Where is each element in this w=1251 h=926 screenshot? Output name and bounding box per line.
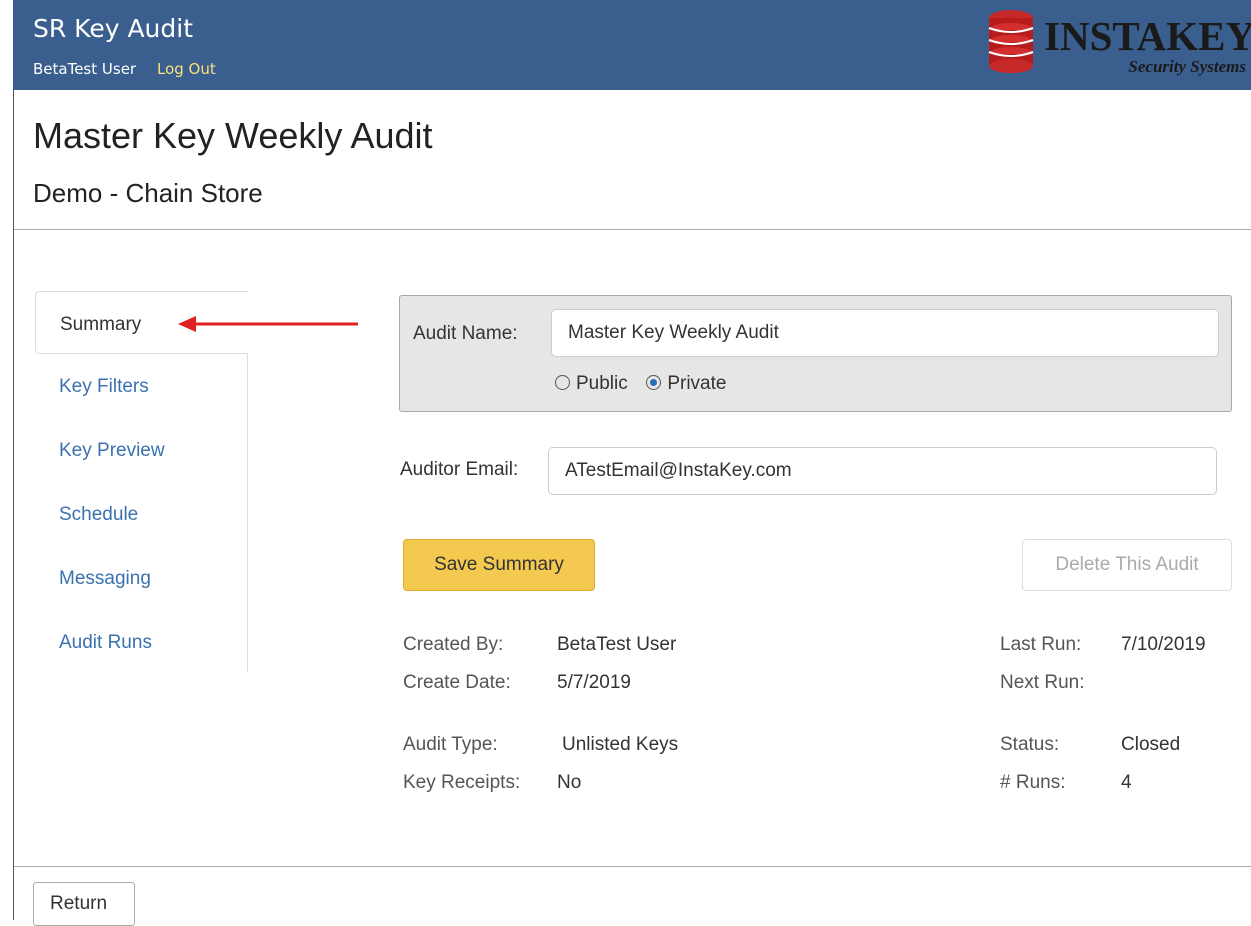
next-run-label: Next Run: xyxy=(1000,672,1085,693)
logo-wordmark: INSTAKEY xyxy=(1044,13,1251,59)
user-name: BetaTest User xyxy=(33,60,137,78)
key-receipts-value: No xyxy=(557,772,582,793)
create-date-value: 5/7/2019 xyxy=(557,672,631,693)
audit-type-value: Unlisted Keys xyxy=(562,734,679,755)
radio-public-label: Public xyxy=(576,373,628,394)
visibility-radio-group: Public Private xyxy=(555,373,726,395)
save-summary-button[interactable]: Save Summary xyxy=(403,539,595,591)
status-label: Status: xyxy=(1000,734,1060,755)
tab-audit-runs[interactable]: Audit Runs xyxy=(35,632,247,662)
tab-messaging[interactable]: Messaging xyxy=(35,568,247,598)
top-bar: SR Key Audit BetaTest User Log Out INSTA… xyxy=(13,0,1251,90)
last-run-label: Last Run: xyxy=(1000,634,1082,655)
title-divider xyxy=(14,229,1251,230)
section-tabs: Summary Key Filters Key Preview Schedule… xyxy=(35,291,248,672)
last-run-value: 7/10/2019 xyxy=(1121,634,1206,655)
create-date-label: Create Date: xyxy=(403,672,511,693)
tab-schedule[interactable]: Schedule xyxy=(35,504,247,534)
status-value: Closed xyxy=(1121,734,1181,755)
radio-public[interactable] xyxy=(555,375,570,390)
audit-name-label: Audit Name: xyxy=(413,323,518,344)
audit-name-input[interactable]: Master Key Weekly Audit xyxy=(551,309,1219,357)
created-by-label: Created By: xyxy=(403,634,504,655)
runs-count-value: 4 xyxy=(1121,772,1132,793)
app-title: SR Key Audit xyxy=(33,14,194,43)
annotation-arrow-icon xyxy=(178,316,358,332)
return-button[interactable]: Return xyxy=(33,882,135,926)
tab-key-filters[interactable]: Key Filters xyxy=(35,376,247,406)
page-title: Master Key Weekly Audit xyxy=(33,115,433,156)
key-stack-icon xyxy=(988,10,1034,73)
left-border xyxy=(13,90,14,920)
logo-tagline: Security Systems xyxy=(1128,57,1246,76)
instakey-logo: INSTAKEY Security Systems xyxy=(982,4,1251,84)
runs-count-label: # Runs: xyxy=(1000,772,1066,793)
tab-key-preview[interactable]: Key Preview xyxy=(35,440,247,470)
radio-private-label: Private xyxy=(667,373,727,394)
auditor-email-label: Auditor Email: xyxy=(400,459,519,480)
created-by-value: BetaTest User xyxy=(557,634,677,655)
delete-audit-button[interactable]: Delete This Audit xyxy=(1022,539,1232,591)
auditor-email-input[interactable]: ATestEmail@InstaKey.com xyxy=(548,447,1217,495)
key-receipts-label: Key Receipts: xyxy=(403,772,521,793)
page-subtitle: Demo - Chain Store xyxy=(33,178,263,208)
audit-type-label: Audit Type: xyxy=(403,734,498,755)
logout-link[interactable]: Log Out xyxy=(157,60,216,78)
radio-private[interactable] xyxy=(646,375,662,390)
footer-divider xyxy=(14,866,1251,867)
